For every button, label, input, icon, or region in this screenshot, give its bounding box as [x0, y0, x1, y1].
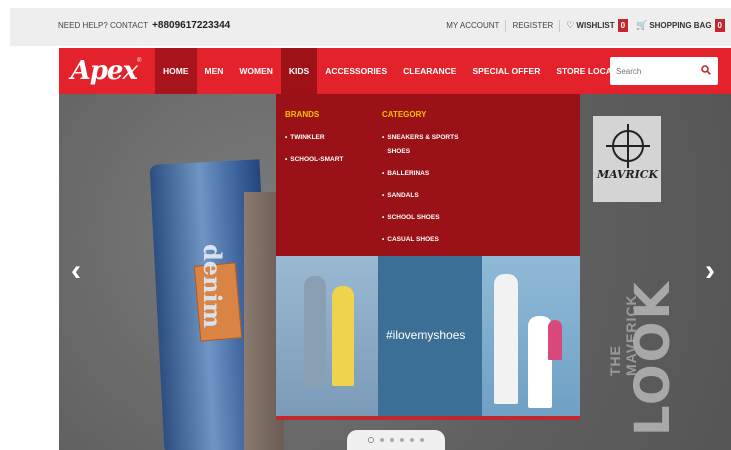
nav-menu: HOME MEN WOMEN KIDS ACCESSORIES CLEARANC…: [155, 48, 640, 94]
nav-item-kids[interactable]: KIDS: [280, 48, 318, 94]
logo-text: Apex: [70, 56, 138, 86]
next-slide-button[interactable]: ›: [705, 254, 715, 288]
kids-promo-banner[interactable]: #ilovemyshoes: [276, 256, 580, 420]
category-item[interactable]: • SANDALS: [382, 189, 472, 203]
compass-icon: [606, 124, 650, 168]
brand-item[interactable]: • SCHOOL-SMART: [285, 153, 343, 167]
main-navigation: Apex ® HOME MEN WOMEN KIDS ACCESSORIES C…: [59, 48, 731, 94]
bag-count-badge: 0: [714, 19, 725, 32]
jeans-text: denim: [198, 244, 227, 329]
apex-logo[interactable]: Apex ®: [59, 48, 153, 94]
slide-dot[interactable]: [420, 438, 424, 442]
wishlist-count-badge: 0: [617, 19, 629, 32]
badge-text: MAVRICK: [597, 168, 659, 181]
nav-item-accessories[interactable]: ACCESSORIES: [317, 48, 395, 94]
promo-tag-panel: #ilovemyshoes: [378, 256, 482, 418]
contact-info: NEED HELP? CONTACT +8809617223344: [58, 20, 230, 31]
category-column: CATEGORY • SNEAKERS & SPORTS SHOES • BALLE…: [382, 110, 472, 255]
slider-pagination: [347, 430, 445, 450]
prev-slide-button[interactable]: ‹: [71, 254, 81, 288]
slide-dot[interactable]: [390, 438, 394, 442]
account-links: MY ACCOUNT REGISTER ♡ WISHLIST 0 🛒 SHOPP…: [446, 19, 725, 32]
search-icon[interactable]: [701, 65, 711, 75]
slide-dot[interactable]: [400, 438, 404, 442]
category-item[interactable]: • BALLERINAS: [382, 167, 472, 181]
nav-item-home[interactable]: HOME: [155, 48, 197, 94]
brand-item[interactable]: • TWINKLER: [285, 131, 343, 145]
promo-hashtag: #ilovemyshoes: [386, 328, 466, 342]
category-item[interactable]: • SCHOOL SHOES: [382, 211, 472, 225]
look-title: LOOK: [625, 280, 681, 436]
kids-mega-menu: BRANDS • TWINKLER • SCHOOL-SMART CATEGORY …: [276, 94, 580, 420]
register-link[interactable]: REGISTER: [512, 21, 553, 30]
search-box: [610, 57, 718, 85]
help-label: NEED HELP? CONTACT: [58, 21, 149, 30]
slide-dot[interactable]: [410, 438, 414, 442]
promo-photo-right: [482, 256, 580, 418]
brands-title: BRANDS: [285, 110, 320, 119]
nav-item-clearance[interactable]: CLEARANCE: [395, 48, 464, 94]
brands-column: BRANDS • TWINKLER • SCHOOL-SMART: [285, 110, 343, 175]
my-account-link[interactable]: MY ACCOUNT: [446, 21, 499, 30]
wishlist-link[interactable]: WISHLIST: [576, 21, 614, 30]
divider: [559, 19, 561, 32]
slide-dot[interactable]: [368, 437, 374, 443]
divider: [505, 19, 507, 32]
slide-dot[interactable]: [380, 438, 384, 442]
category-item[interactable]: • CASUAL SHOES: [382, 233, 472, 247]
maverick-badge: MAVRICK: [593, 116, 661, 202]
promo-photo-left: [276, 256, 378, 418]
shopping-bag-link[interactable]: SHOPPING BAG: [649, 21, 711, 30]
category-item[interactable]: • SNEAKERS & SPORTS SHOES: [382, 131, 472, 159]
top-utility-bar: NEED HELP? CONTACT +8809617223344 MY ACC…: [10, 8, 731, 46]
nav-item-special-offer[interactable]: SPECIAL OFFER: [464, 48, 548, 94]
category-title: CATEGORY: [382, 110, 427, 119]
nav-item-women[interactable]: WOMEN: [231, 48, 281, 94]
search-input[interactable]: [610, 57, 690, 85]
nav-item-men[interactable]: MEN: [197, 48, 232, 94]
maverick-look-text: THE MAVERICK LOOK: [607, 206, 681, 446]
cart-icon: 🛒: [636, 20, 648, 30]
heart-icon: ♡: [566, 20, 575, 30]
phone-number[interactable]: +8809617223344: [152, 20, 230, 31]
